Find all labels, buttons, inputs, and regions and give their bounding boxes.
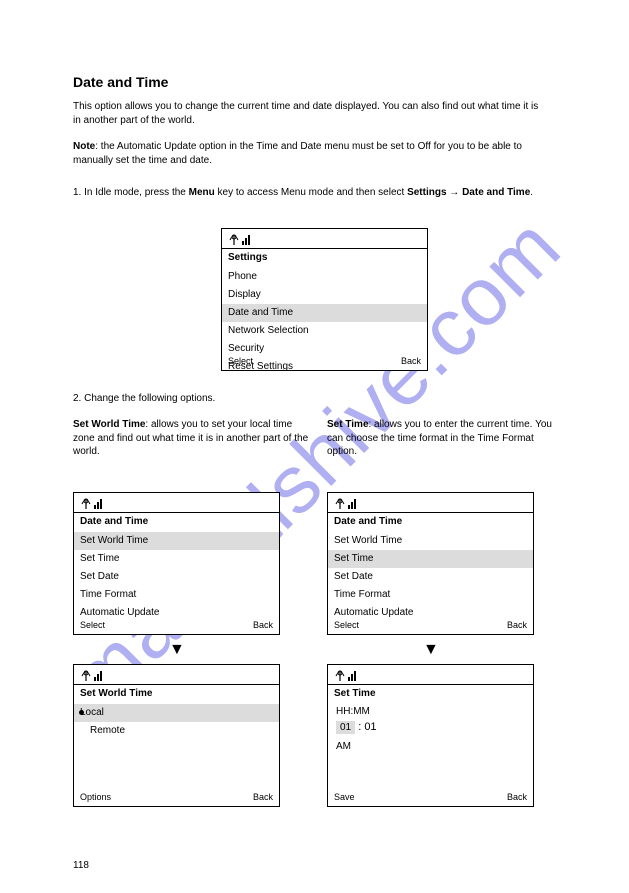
time-minute-field[interactable]: 01: [364, 721, 376, 733]
signal-icon: [80, 668, 106, 682]
screen-list: Set World Time Set Time Set Date Time Fo…: [328, 532, 533, 616]
ampm-field[interactable]: AM: [336, 741, 351, 752]
arrow-down-icon: ▼: [169, 641, 185, 659]
softkey-right[interactable]: Back: [507, 792, 527, 806]
list-item-selected[interactable]: Date and Time: [222, 304, 427, 322]
list-item[interactable]: Display: [222, 286, 427, 304]
signal-icon: [334, 496, 360, 510]
screen-title: Set Time: [328, 686, 533, 702]
softkey-right[interactable]: Back: [253, 620, 273, 634]
softkey-bar: Select Back: [74, 618, 279, 634]
screen-list: Local Remote: [74, 704, 279, 788]
screen-list: Phone Display Date and Time Network Sele…: [222, 268, 427, 352]
softkey-bar: Select Back: [222, 354, 427, 370]
status-bar: [328, 665, 533, 685]
step1-path: Settings → Date and Time: [407, 187, 530, 198]
list-item-selected[interactable]: Set World Time: [74, 532, 279, 550]
step1-mid: key to access Menu mode and then select: [215, 187, 407, 198]
softkey-left[interactable]: Options: [80, 792, 111, 806]
screen-title: Settings: [222, 250, 427, 266]
arrow-down-icon: ▼: [423, 641, 439, 659]
softkey-right[interactable]: Back: [507, 620, 527, 634]
list-item[interactable]: Phone: [222, 268, 427, 286]
softkey-bar: Save Back: [328, 790, 533, 806]
time-label: HH:MM: [336, 706, 370, 717]
softkey-left[interactable]: Select: [80, 620, 105, 634]
softkey-bar: Select Back: [328, 618, 533, 634]
screen-list: Set World Time Set Time Set Date Time Fo…: [74, 532, 279, 616]
list-item[interactable]: Set World Time: [328, 532, 533, 550]
screen-title: Set World Time: [74, 686, 279, 702]
note-line: Note: the Automatic Update option in the…: [73, 140, 556, 167]
step1-key: Menu: [189, 187, 215, 198]
status-bar: [328, 493, 533, 513]
option-settime: Set Time: allows you to enter the curren…: [327, 418, 557, 459]
screen-worldtime: Set World Time Local Remote Options Back: [73, 664, 280, 807]
page-number: 118: [73, 860, 89, 871]
softkey-right[interactable]: Back: [401, 356, 421, 370]
list-item[interactable]: Set Time: [74, 550, 279, 568]
option-setwt: Set World Time: allows you to set your l…: [73, 418, 313, 459]
note-text: : the Automatic Update option in the Tim…: [73, 141, 522, 166]
note-label: Note: [73, 141, 95, 152]
time-hour-field[interactable]: 01: [336, 721, 355, 734]
option-settime-label: Set Time: [327, 419, 369, 430]
softkey-left[interactable]: Select: [228, 356, 253, 370]
step1-prefix: 1. In Idle mode, press the: [73, 187, 189, 198]
step1-text: 1. In Idle mode, press the Menu key to a…: [73, 186, 553, 200]
screen-title: Date and Time: [328, 514, 533, 530]
softkey-left[interactable]: Save: [334, 792, 355, 806]
list-item[interactable]: Time Format: [74, 586, 279, 604]
section-heading: Date and Time: [73, 74, 168, 90]
signal-icon: [334, 668, 360, 682]
status-bar: [74, 665, 279, 685]
intro-paragraph: This option allows you to change the cur…: [73, 100, 543, 127]
screen-datetime-2: Date and Time Set World Time Set Time Se…: [327, 492, 534, 635]
list-item[interactable]: Set Date: [328, 568, 533, 586]
screen-datetime-1: Date and Time Set World Time Set Time Se…: [73, 492, 280, 635]
softkey-left[interactable]: Select: [334, 620, 359, 634]
softkey-bar: Options Back: [74, 790, 279, 806]
softkey-right[interactable]: Back: [253, 792, 273, 806]
screen-title: Date and Time: [74, 514, 279, 530]
step1-suffix: .: [530, 187, 533, 198]
option-setwt-label: Set World Time: [73, 419, 145, 430]
list-item-selected[interactable]: Set Time: [328, 550, 533, 568]
step2-text: 2. Change the following options.: [73, 392, 553, 406]
list-item-selected[interactable]: Local: [74, 704, 279, 722]
status-bar: [74, 493, 279, 513]
screen-settime: Set Time HH:MM 01 : 01 AM Save Back: [327, 664, 534, 807]
list-item[interactable]: Remote: [74, 722, 279, 740]
status-bar: [222, 229, 427, 249]
list-item[interactable]: Time Format: [328, 586, 533, 604]
list-item[interactable]: Network Selection: [222, 322, 427, 340]
page-content: Date and Time This option allows you to …: [0, 0, 629, 893]
screen-settings: Settings Phone Display Date and Time Net…: [221, 228, 428, 371]
signal-icon: [80, 496, 106, 510]
time-value-row: 01 : 01: [336, 721, 377, 734]
list-item[interactable]: Set Date: [74, 568, 279, 586]
signal-icon: [228, 232, 254, 246]
